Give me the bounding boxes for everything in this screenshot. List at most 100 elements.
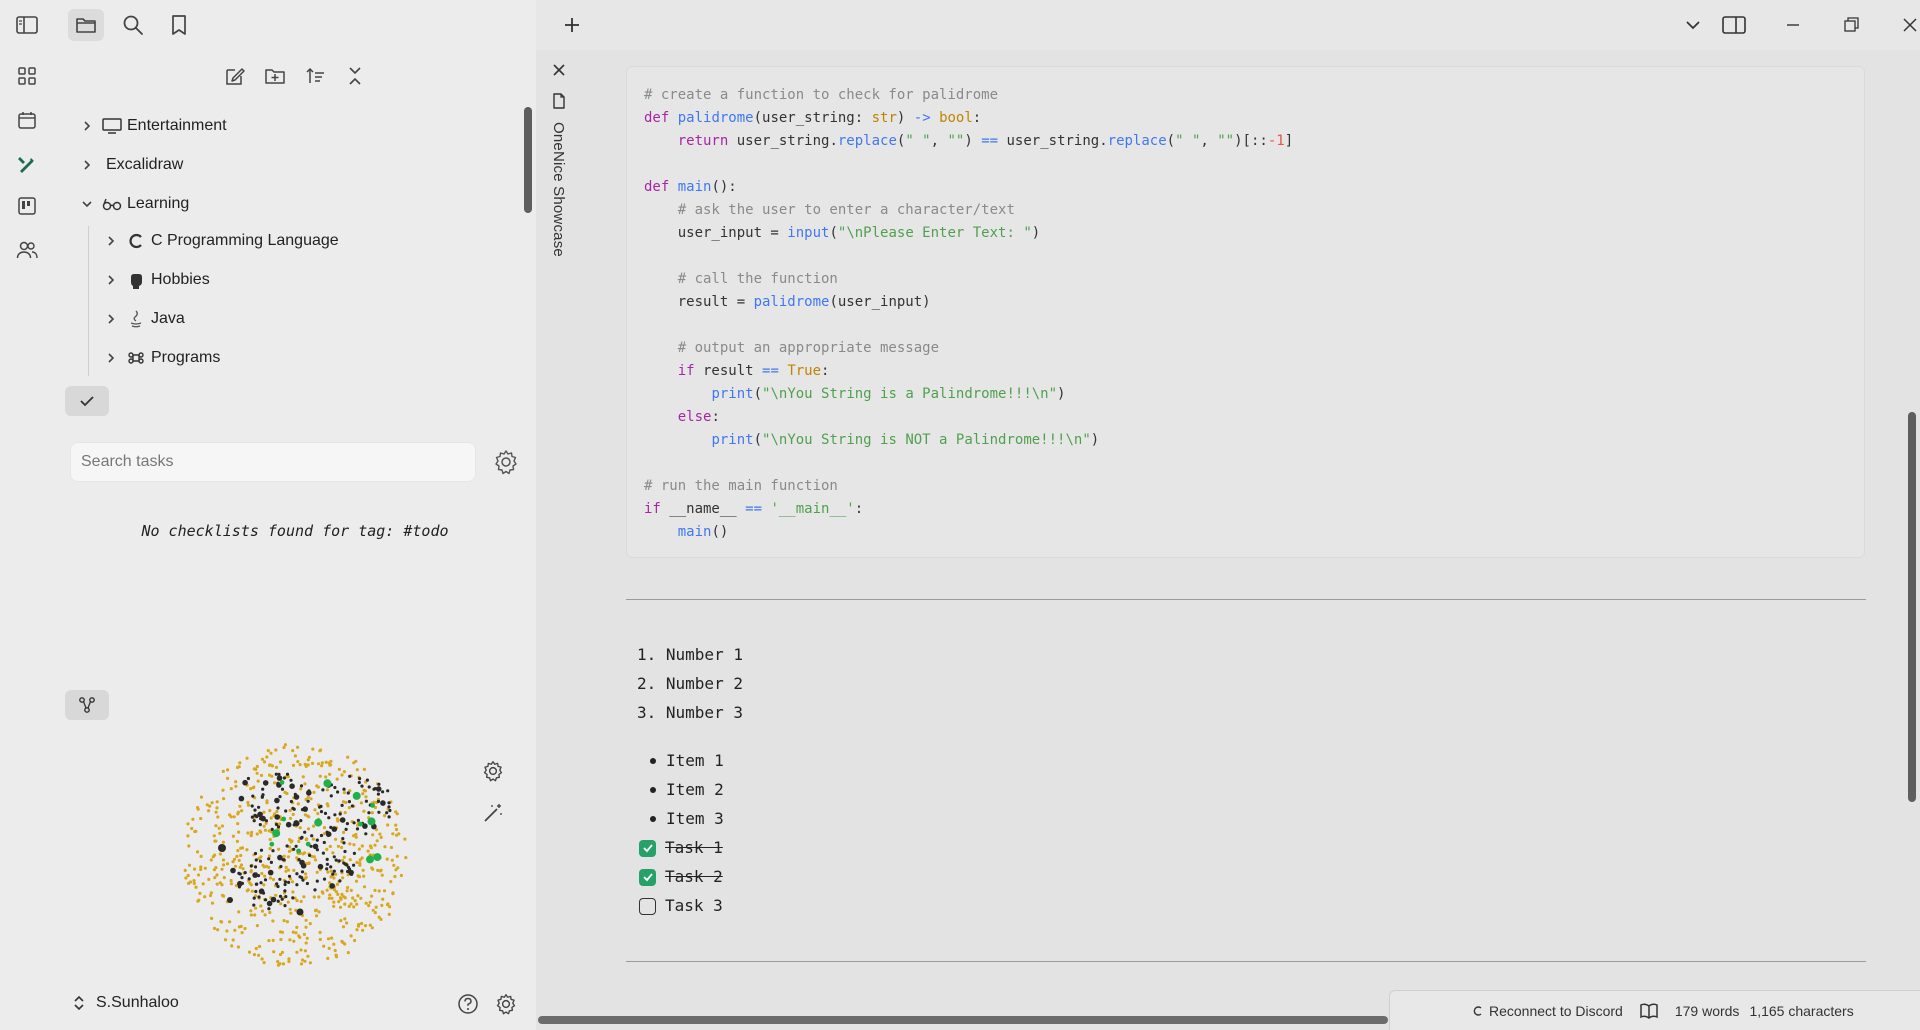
tree-folder-learning[interactable]: Learning	[78, 190, 189, 218]
graph-node	[328, 844, 332, 849]
graph-node	[370, 894, 374, 898]
file-tree-scrollbar[interactable]	[524, 107, 532, 213]
new-note-icon[interactable]	[220, 61, 250, 91]
graph-node	[279, 902, 283, 906]
graph-node	[354, 879, 359, 883]
graph-node	[323, 779, 332, 788]
toggle-sidebar-icon[interactable]	[9, 9, 45, 41]
graph-node	[308, 922, 312, 926]
graph-node	[362, 874, 366, 878]
graph-node	[357, 780, 361, 785]
graph-node	[228, 920, 232, 924]
tree-folder-programs[interactable]: Programs	[102, 344, 220, 372]
discord-status[interactable]: Reconnect to Discord	[1472, 1003, 1623, 1019]
graph-node	[299, 787, 303, 791]
graph-node	[218, 844, 226, 852]
graph-node	[279, 780, 285, 785]
graph-node	[238, 761, 242, 765]
graph-node	[342, 787, 346, 791]
graph-node	[328, 772, 332, 776]
tab-list-chevron-down-icon[interactable]	[1675, 9, 1711, 41]
graph-node	[341, 837, 345, 841]
tree-folder-entertainment[interactable]: Entertainment	[78, 112, 227, 140]
bullet-list-item: Item 2	[628, 779, 724, 801]
graph-node	[187, 844, 191, 848]
tab-title[interactable]: OneNice Showcase	[550, 122, 567, 257]
excalidraw-tools-icon[interactable]	[13, 150, 41, 178]
search-tasks-input[interactable]	[70, 442, 476, 482]
graph-node	[299, 948, 303, 952]
graph-node	[283, 880, 288, 884]
tasks-view-button[interactable]	[65, 386, 109, 416]
graph-node	[352, 791, 361, 800]
help-icon[interactable]	[454, 990, 482, 1018]
task-checkbox[interactable]	[639, 897, 656, 915]
calendar-icon[interactable]	[13, 106, 41, 134]
files-folder-icon[interactable]	[68, 9, 104, 41]
graph-node	[284, 865, 288, 869]
graph-node	[237, 830, 241, 834]
graph-node	[312, 895, 316, 899]
close-tab-icon[interactable]	[551, 62, 567, 78]
graph-node	[268, 847, 272, 851]
code-line: # call the function	[677, 271, 838, 287]
graph-node	[343, 896, 347, 900]
tree-folder-excalidraw[interactable]: Excalidraw	[78, 151, 183, 179]
close-window-icon[interactable]	[1892, 9, 1920, 41]
graph-node	[352, 851, 356, 855]
graph-node	[289, 778, 293, 782]
graph-view-button[interactable]	[65, 690, 109, 720]
new-tab-button[interactable]	[554, 9, 590, 41]
graph-node	[278, 795, 282, 799]
document-icon	[552, 93, 566, 109]
graph-node	[341, 925, 346, 929]
graph-node	[316, 762, 321, 766]
graph-node	[214, 839, 218, 843]
tree-folder-hobbies[interactable]: Hobbies	[102, 266, 210, 294]
graph-node	[340, 939, 344, 943]
dashboard-grid-icon[interactable]	[13, 62, 41, 90]
new-folder-icon[interactable]	[260, 61, 290, 91]
reading-mode-book-icon[interactable]	[1639, 1002, 1659, 1020]
bookmark-icon[interactable]	[161, 9, 197, 41]
graph-node	[278, 760, 283, 764]
tasks-settings-gear-icon[interactable]	[490, 446, 522, 478]
search-icon[interactable]	[115, 9, 151, 41]
graph-node	[276, 884, 280, 889]
task-checkbox[interactable]	[639, 868, 656, 886]
local-graph-view[interactable]	[170, 730, 420, 980]
tree-folder-java[interactable]: Java	[102, 305, 185, 333]
users-icon[interactable]	[13, 236, 41, 264]
toggle-right-sidebar-icon[interactable]	[1716, 9, 1752, 41]
graph-node	[288, 808, 292, 812]
graph-node	[323, 811, 328, 815]
horizontal-scrollbar[interactable]	[538, 1016, 1388, 1024]
settings-gear-icon[interactable]	[492, 990, 520, 1018]
graph-node	[313, 808, 317, 812]
graph-node	[207, 877, 211, 881]
graph-node	[305, 837, 309, 841]
graph-node	[352, 863, 356, 867]
task-checkbox[interactable]	[639, 839, 656, 857]
graph-node	[334, 872, 338, 876]
graph-node	[259, 848, 264, 852]
restore-window-icon[interactable]	[1833, 9, 1869, 41]
kanban-board-icon[interactable]	[13, 192, 41, 220]
graph-node	[306, 790, 312, 796]
ordered-list-item: 2. Number 2	[637, 674, 743, 693]
graph-magic-wand-icon[interactable]	[478, 798, 508, 828]
sort-icon[interactable]	[300, 61, 330, 91]
tree-folder-c-programming[interactable]: C Programming Language	[102, 227, 339, 255]
minimize-window-icon[interactable]	[1775, 9, 1811, 41]
graph-node	[217, 826, 221, 830]
editor-scrollbar[interactable]	[1908, 412, 1916, 802]
graph-node	[259, 817, 263, 821]
graph-settings-gear-icon[interactable]	[478, 756, 508, 786]
collapse-all-icon[interactable]	[340, 61, 370, 91]
graph-node	[291, 749, 295, 753]
graph-node	[335, 817, 339, 821]
graph-node	[310, 834, 314, 838]
graph-node	[271, 938, 275, 942]
graph-node	[325, 888, 329, 892]
vault-switcher[interactable]: S.Sunhaloo	[72, 990, 179, 1016]
